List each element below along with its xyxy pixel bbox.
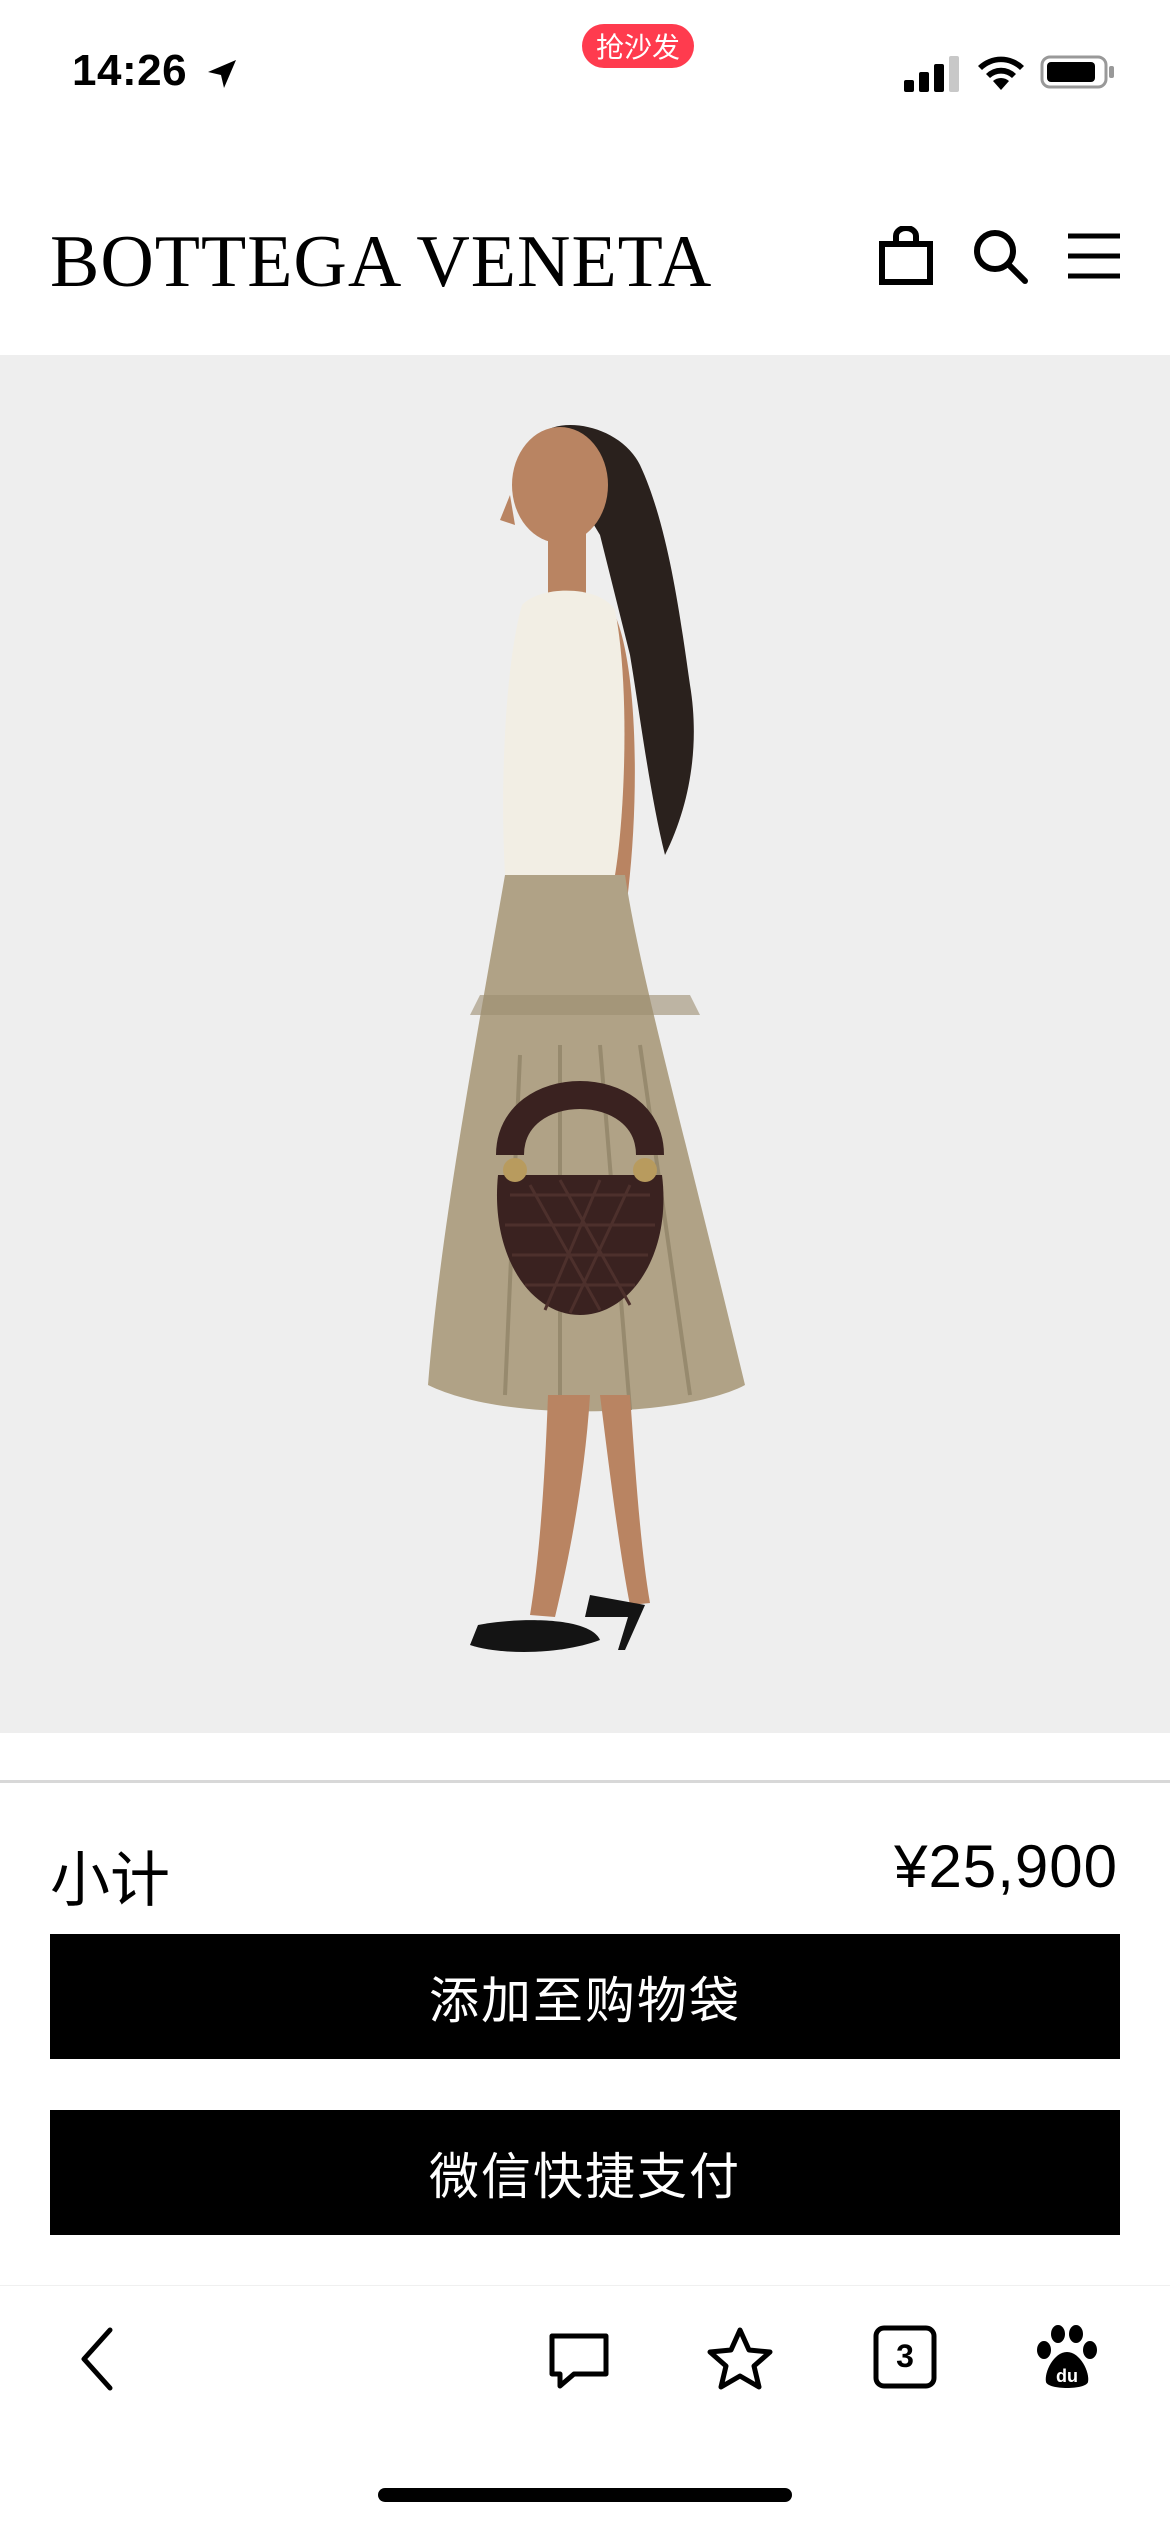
wifi-icon xyxy=(978,56,1024,90)
tabs-count: 3 xyxy=(896,2337,914,2374)
baidu-icon[interactable]: du xyxy=(1032,2322,1102,2392)
product-photo xyxy=(428,425,745,1652)
subtotal-price: ¥25,900 xyxy=(894,1833,1118,1900)
shopping-bag-icon[interactable] xyxy=(876,226,936,286)
location-arrow-icon xyxy=(208,60,236,88)
product-image-gallery[interactable] xyxy=(0,355,1170,1733)
hamburger-menu-icon[interactable] xyxy=(1064,226,1124,286)
star-icon[interactable] xyxy=(705,2324,775,2394)
status-time: 14:26 xyxy=(72,46,188,95)
brand-logo[interactable]: BOTTEGA VENETA xyxy=(50,222,712,302)
subtotal-label: 小计 xyxy=(50,1846,170,1916)
add-to-bag-button[interactable]: 添加至购物袋 xyxy=(50,1934,1120,2059)
search-icon[interactable] xyxy=(970,226,1030,286)
comment-icon[interactable] xyxy=(544,2326,614,2396)
home-indicator xyxy=(378,2488,792,2502)
status-bar: 14:26 xyxy=(0,0,1170,150)
divider xyxy=(0,1780,1170,1783)
comment-badge: 抢沙发 xyxy=(582,24,695,68)
battery-icon xyxy=(1040,55,1114,89)
site-header: BOTTEGA VENETA xyxy=(0,150,1170,355)
wechat-pay-button[interactable]: 微信快捷支付 xyxy=(50,2110,1120,2235)
svg-text:du: du xyxy=(1056,2366,1078,2386)
back-icon[interactable] xyxy=(66,2324,136,2394)
cellular-signal-icon xyxy=(904,56,959,92)
